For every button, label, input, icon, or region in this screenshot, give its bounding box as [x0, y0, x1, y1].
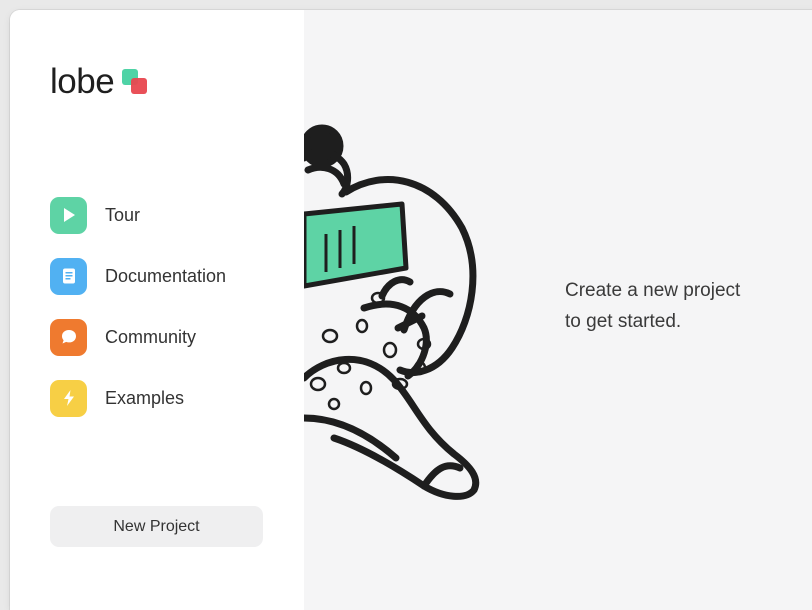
document-icon — [50, 257, 87, 295]
sidebar-item-label: Community — [105, 326, 197, 347]
lobe-logo: lobe — [50, 62, 152, 102]
prompt-line-2: to get started. — [565, 311, 682, 332]
new-project-button[interactable]: New Project — [50, 506, 263, 547]
lightning-icon — [50, 379, 87, 417]
empty-state-prompt: Create a new project to get started. — [565, 275, 740, 337]
logo-mark-icon — [122, 69, 152, 99]
chat-bubble-icon — [50, 318, 87, 356]
reading-person-illustration — [304, 124, 480, 500]
sidebar-item-label: Documentation — [105, 265, 227, 286]
app-window: lobe Tour Documentation Community Exampl… — [10, 10, 812, 610]
sidebar-item-examples[interactable]: Examples — [50, 379, 226, 417]
sidebar-nav: Tour Documentation Community Examples — [50, 196, 226, 440]
prompt-line-1: Create a new project — [565, 280, 741, 301]
sidebar: lobe Tour Documentation Community Exampl… — [10, 10, 304, 610]
main-panel: Create a new project to get started. — [304, 10, 812, 610]
sidebar-item-label: Examples — [105, 387, 185, 408]
sidebar-item-documentation[interactable]: Documentation — [50, 257, 226, 295]
logo-text: lobe — [50, 62, 115, 101]
sidebar-item-community[interactable]: Community — [50, 318, 226, 356]
sidebar-item-label: Tour — [105, 204, 141, 225]
sidebar-item-tour[interactable]: Tour — [50, 196, 226, 234]
play-icon — [50, 196, 87, 234]
